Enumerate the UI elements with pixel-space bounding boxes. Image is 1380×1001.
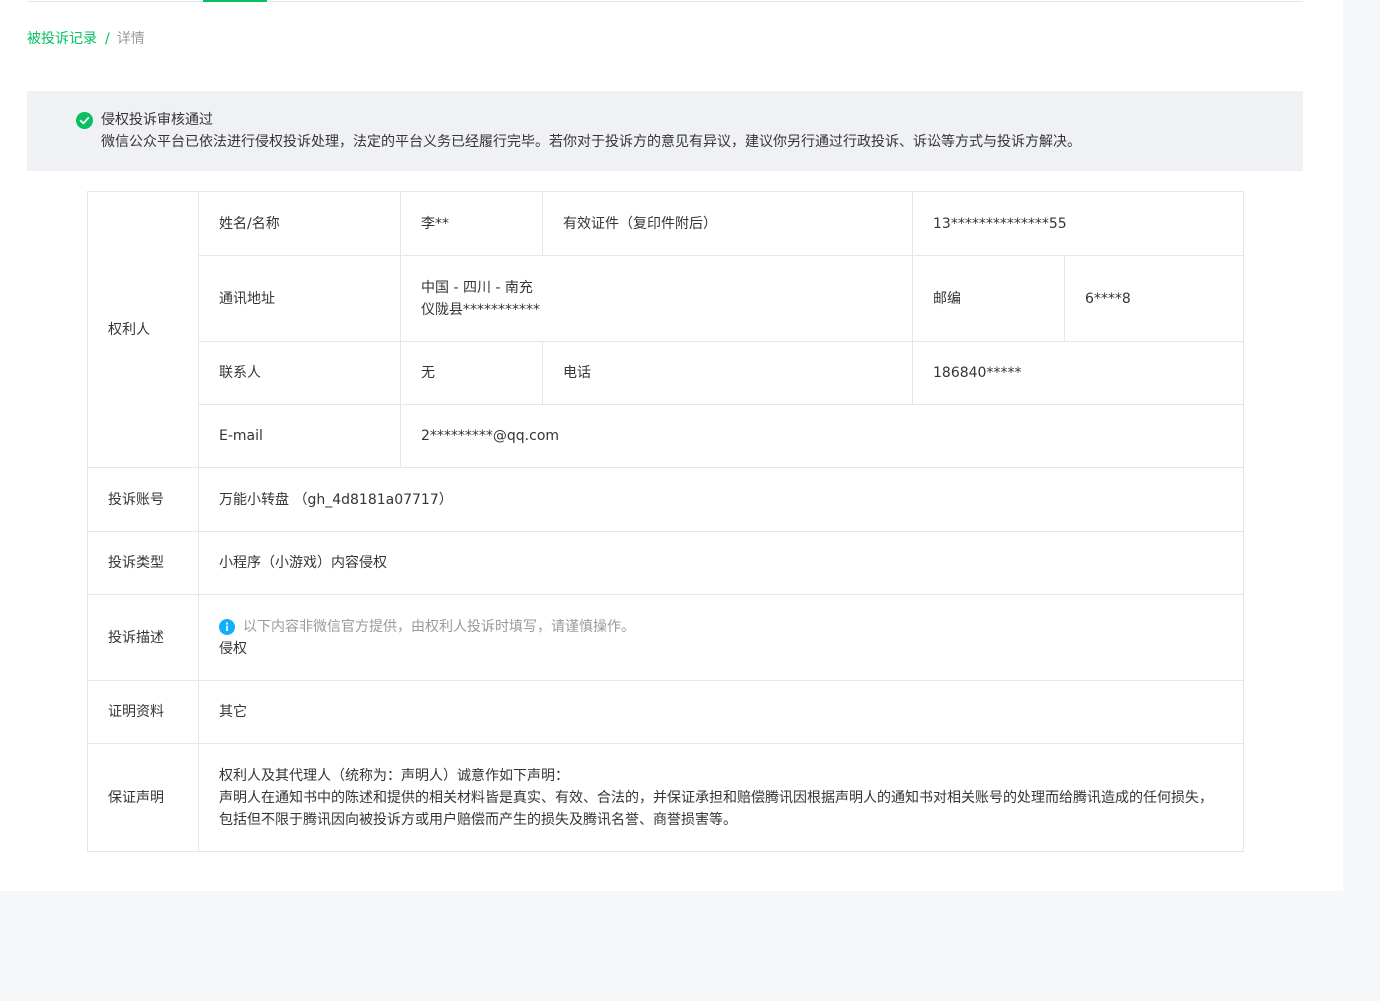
breadcrumb-current: 详情 [116,31,145,47]
evidence-label: 证明资料 [87,680,199,744]
statement-line-2: 声明人在通知书中的陈述和提供的相关材料皆是真实、有效、合法的，并保证承担和赔偿腾… [219,789,1213,806]
statement-line-1: 权利人及其代理人（统称为：声明人）诚意作如下声明： [219,767,569,784]
breadcrumb-separator: / [105,31,110,47]
breadcrumb-complaint-records-link[interactable]: 被投诉记录 [27,31,97,47]
info-icon [219,618,235,635]
phone-value: 186840***** [911,341,1245,405]
name-value: 李** [400,191,543,256]
evidence-value: 其它 [197,680,1245,744]
table-row: 联系人 无 电话 186840***** [88,341,1245,405]
guarantee-statement-label: 保证声明 [87,743,199,852]
description-disclaimer: 以下内容非微信官方提供，由权利人投诉时填写，请谨慎操作。 [219,616,1223,638]
table-row: 投诉描述 以下内容非微信官方提供，由权利人投诉时填写，请谨慎操作。 侵权 [87,594,1245,681]
complaint-type-value: 小程序（小游戏）内容侵权 [197,531,1245,595]
complaint-account-value: 万能小转盘 （gh_4d8181a07717） [197,467,1245,532]
phone-label: 电话 [542,341,913,405]
table-row: 投诉类型 小程序（小游戏）内容侵权 [87,531,1245,595]
contact-value: 无 [400,341,543,405]
guarantee-statement-value: 权利人及其代理人（统称为：声明人）诚意作如下声明： 声明人在通知书中的陈述和提供… [197,743,1245,852]
name-label: 姓名/名称 [198,191,401,256]
address-label: 通讯地址 [198,255,401,342]
postcode-label: 邮编 [912,255,1065,342]
complaint-description-value: 以下内容非微信官方提供，由权利人投诉时填写，请谨慎操作。 侵权 [197,594,1245,681]
address-line-2: 仪陇县*********** [421,301,540,318]
id-document-value: 13**************55 [911,191,1245,256]
id-document-label: 有效证件（复印件附后） [542,191,913,256]
complaint-detail-table: 权利人 姓名/名称 李** 有效证件（复印件附后） 13************… [87,191,1245,852]
notice-description: 微信公众平台已依法进行侵权投诉处理，法定的平台义务已经履行完毕。若你对于投诉方的… [101,134,1081,150]
breadcrumb: 被投诉记录 / 详情 [27,30,145,48]
table-row: 投诉账号 万能小转盘 （gh_4d8181a07717） [87,467,1245,532]
table-row: 通讯地址 中国 - 四川 - 南充 仪陇县*********** 邮编 6***… [88,255,1245,342]
content-panel: 被投诉记录 / 详情 侵权投诉审核通过 微信公众平台已依法进行侵权投诉处理，法定的平… [0,0,1343,891]
description-text: 侵权 [219,640,247,657]
check-circle-icon [76,112,93,129]
email-label: E-mail [198,404,401,468]
active-tab-indicator [203,0,267,2]
address-value: 中国 - 四川 - 南充 仪陇县*********** [400,255,913,342]
description-disclaimer-text: 以下内容非微信官方提供，由权利人投诉时填写，请谨慎操作。 [243,618,635,635]
postcode-value: 6****8 [1063,255,1245,342]
tab-bar [27,0,1303,2]
table-row: 权利人 姓名/名称 李** 有效证件（复印件附后） 13************… [87,191,1245,468]
table-row: 保证声明 权利人及其代理人（统称为：声明人）诚意作如下声明： 声明人在通知书中的… [87,743,1245,852]
contact-label: 联系人 [198,341,401,405]
rights-holder-section-label: 权利人 [87,191,199,468]
email-value: 2*********@qq.com [399,404,1245,468]
table-row: E-mail 2*********@qq.com [88,404,1245,468]
table-row: 证明资料 其它 [87,680,1245,744]
review-result-notice: 侵权投诉审核通过 微信公众平台已依法进行侵权投诉处理，法定的平台义务已经履行完毕… [27,91,1303,171]
complaint-description-label: 投诉描述 [87,594,199,681]
statement-line-3: 包括但不限于腾讯因向被投诉方或用户赔偿而产生的损失及腾讯名誉、商誉损害等。 [219,811,737,828]
notice-title: 侵权投诉审核通过 [101,112,213,128]
complaint-type-label: 投诉类型 [87,531,199,595]
complaint-account-label: 投诉账号 [87,467,199,532]
address-line-1: 中国 - 四川 - 南充 [421,279,533,296]
